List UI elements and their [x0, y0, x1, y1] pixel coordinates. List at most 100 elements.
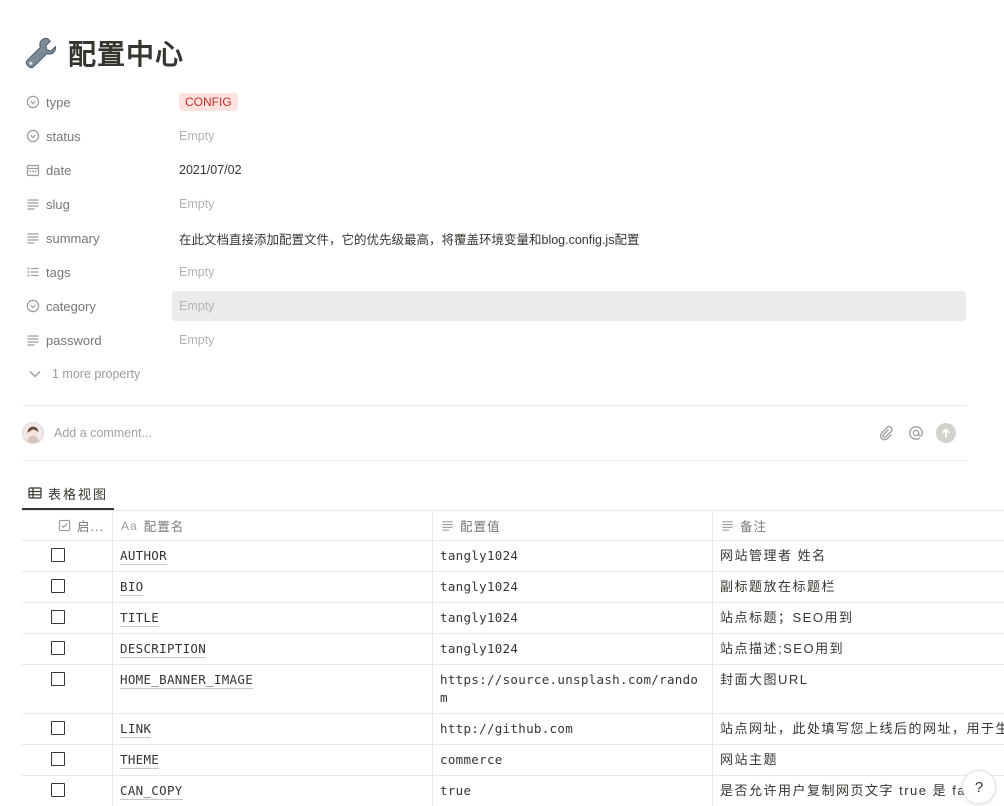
value-cell[interactable]: http://github.com — [433, 714, 713, 744]
enabled-checkbox[interactable] — [51, 548, 65, 562]
config-name[interactable]: TITLE — [120, 610, 160, 627]
name-cell[interactable]: HOME_BANNER_IMAGE — [113, 665, 433, 713]
value-cell[interactable]: tangly1024 — [433, 541, 713, 571]
note-cell[interactable]: 网站主题 — [713, 745, 1004, 775]
property-key[interactable]: status — [22, 129, 172, 144]
table-row[interactable]: CAN_COPY true 是否允许用户复制网页文字 true 是 false — [22, 776, 1004, 806]
value-cell[interactable]: https://source.unsplash.com/random — [433, 665, 713, 713]
value-cell[interactable]: true — [433, 776, 713, 806]
note-cell[interactable]: 站点描述;SEO用到 — [713, 634, 1004, 664]
value-cell[interactable]: tangly1024 — [433, 603, 713, 633]
chevron-down-icon — [29, 371, 41, 378]
property-key[interactable]: slug — [22, 197, 172, 212]
tab-table-view[interactable]: 表格视图 — [22, 478, 115, 510]
config-name[interactable]: BIO — [120, 579, 144, 596]
property-value[interactable]: Empty — [172, 291, 966, 321]
property-value[interactable]: Empty — [172, 325, 966, 355]
table-row[interactable]: TITLE tangly1024 站点标题；SEO用到 — [22, 603, 1004, 634]
property-key[interactable]: summary — [22, 231, 172, 246]
property-value[interactable]: Empty — [172, 257, 966, 287]
enabled-cell[interactable] — [22, 714, 113, 744]
send-icon[interactable] — [936, 423, 956, 443]
property-category[interactable]: category Empty — [22, 289, 966, 323]
note-cell[interactable]: 网站管理者 姓名 — [713, 541, 1004, 571]
property-key[interactable]: type — [22, 95, 172, 110]
name-cell[interactable]: TITLE — [113, 603, 433, 633]
table-row[interactable]: DESCRIPTION tangly1024 站点描述;SEO用到 — [22, 634, 1004, 665]
enabled-cell[interactable] — [22, 665, 113, 713]
note-cell[interactable]: 副标题放在标题栏 — [713, 572, 1004, 602]
property-slug[interactable]: slug Empty — [22, 187, 966, 221]
property-status[interactable]: status Empty — [22, 119, 966, 153]
property-tags[interactable]: tags Empty — [22, 255, 966, 289]
more-property-toggle[interactable]: 1 more property — [22, 357, 966, 391]
note-cell[interactable]: 是否允许用户复制网页文字 true 是 false — [713, 776, 1004, 806]
config-name[interactable]: HOME_BANNER_IMAGE — [120, 672, 254, 689]
note-cell[interactable]: 站点网址，此处填写您上线后的网址，用于生 — [713, 714, 1004, 744]
property-key[interactable]: date — [22, 163, 172, 178]
table-row[interactable]: LINK http://github.com 站点网址，此处填写您上线后的网址，… — [22, 714, 1004, 745]
config-note: 副标题放在标题栏 — [720, 579, 837, 594]
wrench-icon[interactable] — [22, 34, 60, 72]
property-key[interactable]: password — [22, 333, 172, 348]
page-title[interactable]: 配置中心 — [68, 33, 184, 73]
enabled-cell[interactable] — [22, 634, 113, 664]
help-button[interactable]: ? — [962, 770, 996, 804]
enabled-checkbox[interactable] — [51, 752, 65, 766]
column-header-enabled[interactable]: 启... — [22, 511, 113, 540]
property-value[interactable]: Empty — [172, 189, 966, 219]
table-row[interactable]: THEME commerce 网站主题 — [22, 745, 1004, 776]
table-row[interactable]: HOME_BANNER_IMAGE https://source.unsplas… — [22, 665, 1004, 714]
column-header-value[interactable]: 配置值 — [433, 511, 713, 540]
enabled-checkbox[interactable] — [51, 610, 65, 624]
config-name[interactable]: AUTHOR — [120, 548, 167, 565]
name-cell[interactable]: DESCRIPTION — [113, 634, 433, 664]
config-name[interactable]: THEME — [120, 752, 160, 769]
property-type[interactable]: type CONFIG — [22, 85, 966, 119]
name-cell[interactable]: AUTHOR — [113, 541, 433, 571]
config-name[interactable]: DESCRIPTION — [120, 641, 207, 658]
select-icon — [26, 299, 40, 313]
enabled-cell[interactable] — [22, 603, 113, 633]
config-name[interactable]: CAN_COPY — [120, 783, 183, 800]
property-value[interactable]: 在此文档直接添加配置文件，它的优先级最高，将覆盖环境变量和blog.config… — [172, 223, 966, 253]
enabled-checkbox[interactable] — [51, 783, 65, 797]
name-cell[interactable]: THEME — [113, 745, 433, 775]
property-password[interactable]: password Empty — [22, 323, 966, 357]
property-key-label: tags — [46, 264, 71, 280]
name-cell[interactable]: LINK — [113, 714, 433, 744]
name-cell[interactable]: BIO — [113, 572, 433, 602]
table-row[interactable]: AUTHOR tangly1024 网站管理者 姓名 — [22, 541, 1004, 572]
config-value: tangly1024 — [440, 610, 519, 625]
note-cell[interactable]: 站点标题；SEO用到 — [713, 603, 1004, 633]
comment-input[interactable]: Add a comment... — [54, 426, 876, 440]
property-key[interactable]: category — [22, 299, 172, 314]
property-value[interactable]: CONFIG — [172, 87, 966, 117]
enabled-cell[interactable] — [22, 572, 113, 602]
enabled-checkbox[interactable] — [51, 672, 65, 686]
property-date[interactable]: date 2021/07/02 — [22, 153, 966, 187]
config-name[interactable]: LINK — [120, 721, 152, 738]
property-value[interactable]: Empty — [172, 121, 966, 151]
value-cell[interactable]: tangly1024 — [433, 572, 713, 602]
value-cell[interactable]: commerce — [433, 745, 713, 775]
property-summary[interactable]: summary 在此文档直接添加配置文件，它的优先级最高，将覆盖环境变量和blo… — [22, 221, 966, 255]
enabled-checkbox[interactable] — [51, 579, 65, 593]
config-note: 封面大图URL — [720, 672, 809, 687]
mention-icon[interactable] — [906, 423, 926, 443]
note-cell[interactable]: 封面大图URL — [713, 665, 1004, 713]
column-header-note[interactable]: 备注 — [713, 511, 1004, 540]
property-key[interactable]: tags — [22, 265, 172, 280]
property-value[interactable]: 2021/07/02 — [172, 155, 966, 185]
config-table: 启... Aa 配置名 配置值 备注 AUTHOR tangly1024 网站管… — [22, 511, 1004, 806]
enabled-cell[interactable] — [22, 745, 113, 775]
table-row[interactable]: BIO tangly1024 副标题放在标题栏 — [22, 572, 1004, 603]
paperclip-icon[interactable] — [876, 423, 896, 443]
value-cell[interactable]: tangly1024 — [433, 634, 713, 664]
column-header-name[interactable]: Aa 配置名 — [113, 511, 433, 540]
enabled-checkbox[interactable] — [51, 721, 65, 735]
name-cell[interactable]: CAN_COPY — [113, 776, 433, 806]
enabled-checkbox[interactable] — [51, 641, 65, 655]
enabled-cell[interactable] — [22, 776, 113, 806]
enabled-cell[interactable] — [22, 541, 113, 571]
